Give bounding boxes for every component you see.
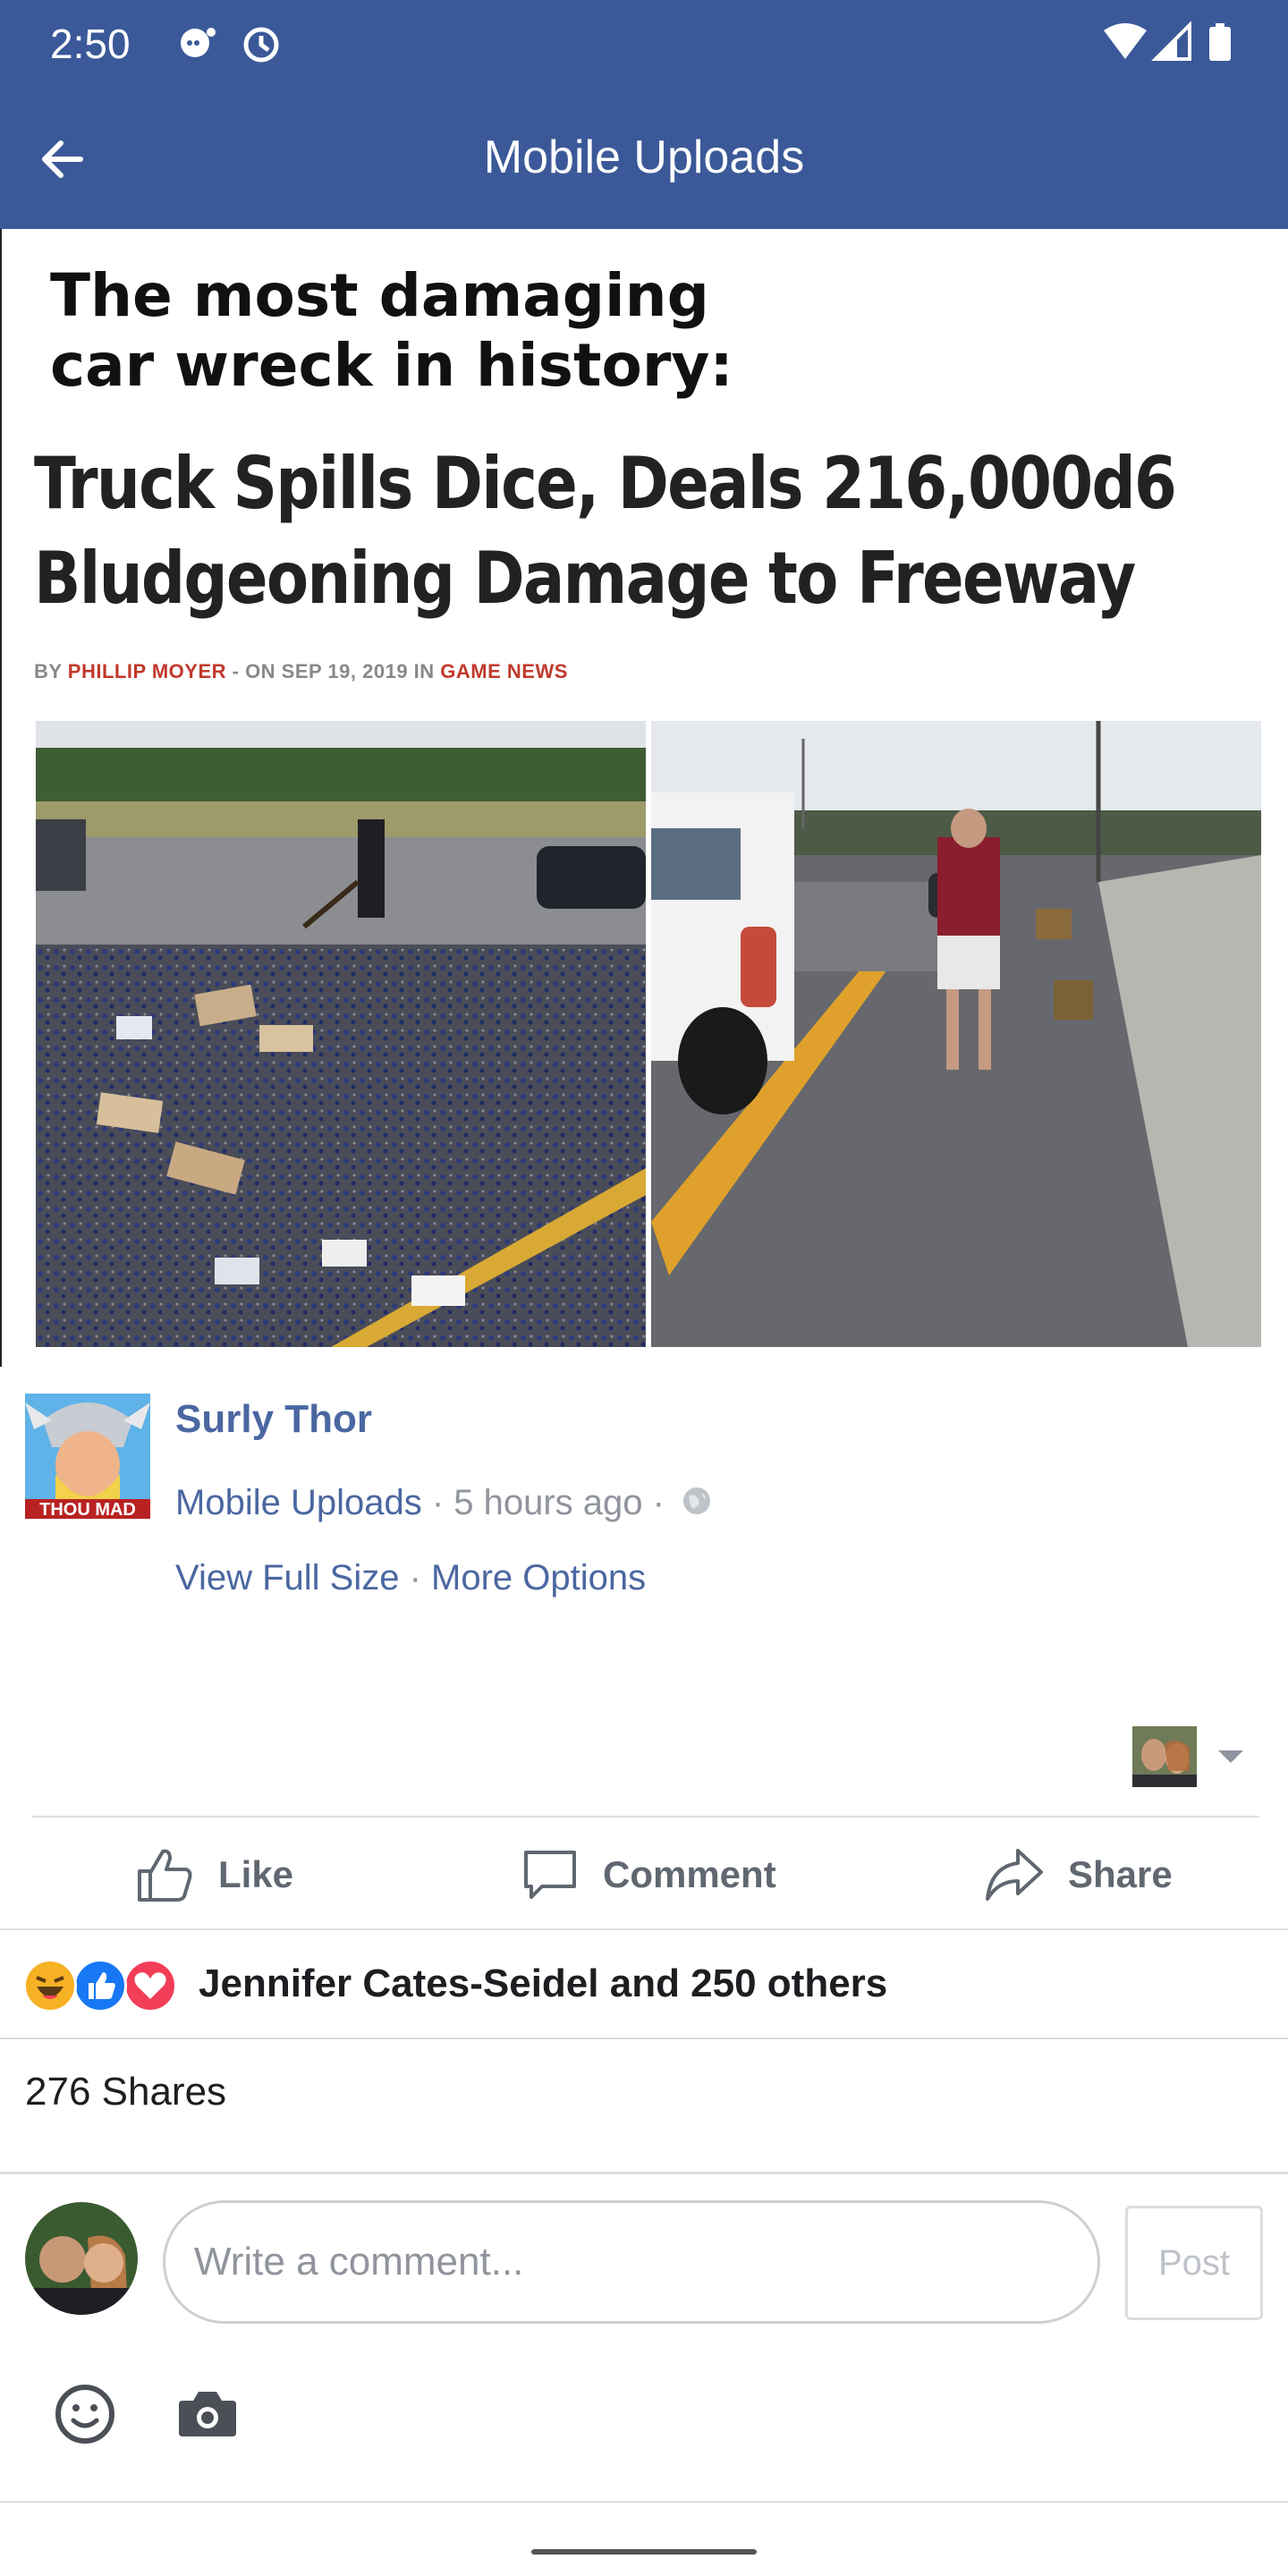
scene-left-image (36, 721, 646, 1347)
divider (0, 2172, 1288, 2174)
camera-icon[interactable] (177, 2388, 238, 2443)
post-meta: Mobile Uploads · 5 hours ago · (175, 1483, 712, 1525)
album-link[interactable]: Mobile Uploads (175, 1483, 422, 1522)
chevron-down-icon[interactable] (1216, 1749, 1245, 1771)
post-photo[interactable]: The most damaging car wreck in history: … (0, 229, 1288, 1367)
chat-notification-icon (175, 25, 218, 65)
divider (0, 2038, 1288, 2039)
photo-headline: The most damaging car wreck in history: (50, 261, 733, 401)
globe-icon (682, 1485, 712, 1525)
article-byline: BY PHILLIP MOYER - ON SEP 19, 2019 IN GA… (34, 660, 568, 682)
scene-right-image (651, 721, 1261, 1347)
byline-author: PHILLIP MOYER (67, 660, 227, 682)
love-reaction-icon (123, 1959, 177, 2012)
poster-name[interactable]: Surly Thor (175, 1397, 372, 1442)
status-time: 2:50 (50, 21, 131, 67)
view-full-size-link[interactable]: View Full Size (175, 1558, 399, 1597)
thumbs-up-icon (138, 1849, 192, 1902)
emoji-icon[interactable] (54, 2383, 116, 2450)
more-options-link[interactable]: More Options (431, 1558, 646, 1597)
system-icons (1100, 21, 1243, 69)
comment-button[interactable]: Comment (521, 1839, 776, 1911)
post-links: View Full Size · More Options (175, 1558, 647, 1597)
avatar-caption: THOU MAD (39, 1500, 136, 1519)
reactions-text: Jennifer Cates-Seidel and 250 others (199, 1962, 888, 2005)
wifi-icon (1104, 23, 1147, 59)
like-reaction-icon (73, 1959, 127, 2012)
byline-category: GAME NEWS (440, 660, 568, 682)
share-label: Share (1068, 1853, 1173, 1895)
haha-reaction-icon (23, 1959, 77, 2012)
divider (0, 2501, 1288, 2503)
article-title-line2: Bludgeoning Damage to Freeway (34, 537, 1136, 620)
gesture-nav-bar[interactable] (531, 2549, 757, 2555)
share-icon (986, 1849, 1043, 1901)
page-title: Mobile Uploads (483, 131, 805, 183)
like-button[interactable]: Like (134, 1839, 293, 1911)
poster-avatar[interactable]: THOU MAD (25, 1394, 150, 1519)
comment-input[interactable]: Write a comment... (163, 2200, 1100, 2324)
article-title: Truck Spills Dice, Deals 216,000d6 Bludg… (34, 436, 1177, 626)
comment-label: Comment (603, 1853, 776, 1895)
divider (32, 1816, 1259, 1818)
shares-count[interactable]: 276 Shares (25, 2070, 226, 2114)
app-bar: Mobile Uploads (0, 86, 1288, 229)
photo-headline-line1: The most damaging (50, 261, 709, 330)
status-bar: 2:50 (0, 0, 1288, 86)
current-user-avatar (25, 2202, 138, 2315)
reactions-summary[interactable]: Jennifer Cates-Seidel and 250 others (23, 1955, 887, 2012)
audience-avatar[interactable] (1132, 1726, 1197, 1787)
reaction-icons (23, 1955, 179, 2012)
post-button[interactable]: Post (1125, 2206, 1263, 2320)
like-label: Like (218, 1853, 294, 1895)
photo-headline-line2: car wreck in history: (50, 331, 733, 400)
comment-icon (524, 1851, 576, 1899)
divider (0, 1928, 1288, 1930)
sync-notification-icon (240, 23, 283, 71)
share-button[interactable]: Share (984, 1839, 1173, 1911)
signal-icon (1151, 21, 1191, 61)
post-time: 5 hours ago (453, 1483, 643, 1522)
article-title-line1: Truck Spills Dice, Deals 216,000d6 (34, 442, 1177, 525)
battery-icon (1209, 23, 1231, 61)
